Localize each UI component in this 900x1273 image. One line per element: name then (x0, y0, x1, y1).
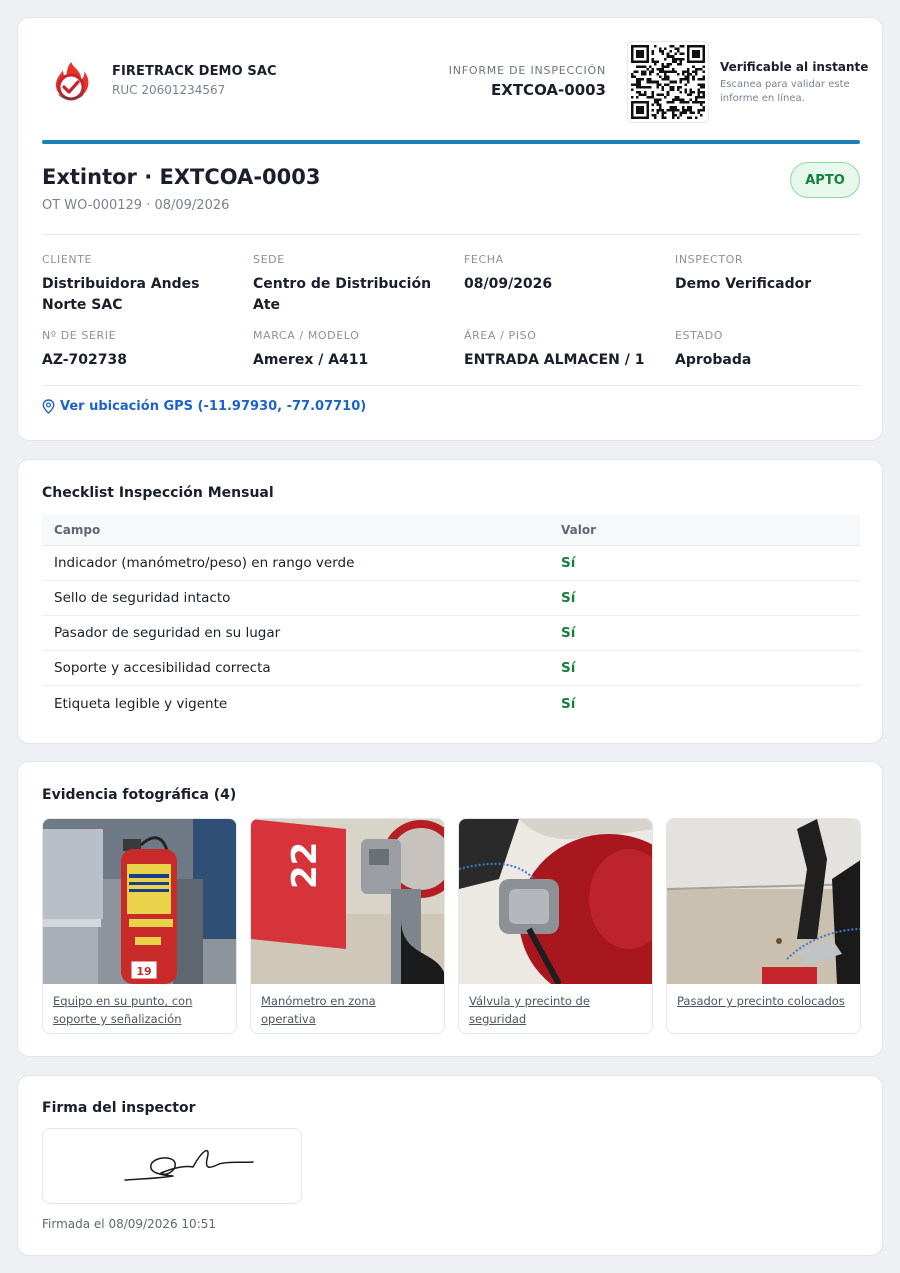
field-area-piso: ÁREA / PISO ENTRADA ALMACEN / 1 (464, 329, 664, 371)
section-divider (42, 234, 860, 235)
accent-divider (42, 140, 860, 144)
checklist-title: Checklist Inspección Mensual (42, 485, 274, 501)
field-sede: SEDE Centro de Distribución Ate (253, 253, 453, 316)
photo-card[interactable]: Válvula y precinto de seguridad (458, 818, 653, 1034)
field-value: AZ-702738 (42, 352, 127, 368)
photo-pin-image (667, 819, 860, 984)
gps-link-label: Ver ubicación GPS (-11.97930, -77.07710) (60, 399, 367, 414)
row-valor: Sí (561, 625, 576, 641)
photo-card[interactable]: 22 Manómetro en zona operativa (250, 818, 445, 1034)
field-label: INSPECTOR (675, 253, 744, 266)
table-row: Soporte y accesibilidad correcta Sí (42, 651, 860, 686)
field-inspector: INSPECTOR Demo Verificador (675, 253, 875, 295)
field-serie: Nº DE SERIE AZ-702738 (42, 329, 242, 371)
signature-box (42, 1128, 302, 1204)
photo-card[interactable]: Pasador y precinto colocados (666, 818, 861, 1034)
field-cliente: CLIENTE Distribuidora Andes Norte SAC (42, 253, 242, 316)
verification-qr-code[interactable] (627, 41, 709, 123)
row-campo: Pasador de seguridad en su lugar (54, 625, 281, 641)
status-badge: APTO (790, 162, 860, 198)
table-row: Sello de seguridad intacto Sí (42, 581, 860, 616)
equipment-title: Extintor · EXTCOA-0003 (42, 165, 321, 189)
column-header-valor: Valor (561, 522, 597, 537)
signature-title: Firma del inspector (42, 1100, 196, 1116)
field-label: FECHA (464, 253, 504, 266)
signature-card: Firma del inspector Firmada el 08/09/202… (17, 1075, 883, 1256)
field-label: Nº DE SERIE (42, 329, 117, 342)
field-marca-modelo: MARCA / MODELO Amerex / A411 (253, 329, 453, 371)
field-value: Centro de Distribución Ate (253, 276, 432, 313)
field-value: 08/09/2026 (464, 276, 553, 292)
inspector-signature (124, 1149, 254, 1181)
checklist-table: Campo Valor Indicador (manómetro/peso) e… (42, 514, 860, 721)
field-label: MARCA / MODELO (253, 329, 360, 342)
qr-code-icon (631, 45, 705, 119)
work-order-subtitle: OT WO-000129 · 08/09/2026 (42, 198, 230, 213)
row-valor: Sí (561, 555, 576, 571)
row-valor: Sí (561, 695, 576, 712)
photo-extinguisher-image: 19 (43, 819, 236, 984)
verify-title: Verificable al instante (720, 60, 869, 74)
photo-grid: 19 Equipo en su punto, con soporte y señ… (42, 818, 861, 1034)
firetrack-logo-icon (48, 58, 94, 104)
field-label: ESTADO (675, 329, 724, 342)
gps-location-link[interactable]: Ver ubicación GPS (-11.97930, -77.07710) (42, 399, 366, 414)
field-label: CLIENTE (42, 253, 93, 266)
field-fecha: FECHA 08/09/2026 (464, 253, 664, 295)
field-label: ÁREA / PISO (464, 329, 537, 342)
report-header-card: FIRETRACK DEMO SAC RUC 20601234567 INFOR… (17, 17, 883, 441)
field-value: Distribuidora Andes Norte SAC (42, 276, 200, 313)
field-value: Demo Verificador (675, 276, 812, 292)
photos-title: Evidencia fotográfica (4) (42, 787, 237, 803)
signature-date: Firmada el 08/09/2026 10:51 (42, 1217, 217, 1231)
table-row: Indicador (manómetro/peso) en rango verd… (42, 546, 860, 581)
company-name: FIRETRACK DEMO SAC (112, 64, 277, 79)
photo-tag-label: 19 (136, 965, 151, 978)
field-value: Aprobada (675, 352, 752, 368)
photo-caption: Pasador y precinto colocados (677, 994, 845, 1008)
field-value: ENTRADA ALMACEN / 1 (464, 352, 645, 368)
photo-caption: Válvula y precinto de seguridad (469, 994, 590, 1026)
map-pin-icon (42, 399, 55, 414)
row-campo: Etiqueta legible y vigente (54, 695, 228, 712)
section-divider (42, 385, 860, 386)
photo-valve-image (459, 819, 652, 984)
verify-subtitle: Escanea para validar este informe en lín… (720, 79, 850, 104)
row-valor: Sí (561, 590, 576, 606)
photo-tag-label: 22 (285, 842, 325, 889)
row-valor: Sí (561, 660, 576, 676)
field-estado: ESTADO Aprobada (675, 329, 875, 371)
table-header: Campo Valor (42, 514, 860, 546)
report-code: EXTCOA-0003 (491, 81, 606, 99)
row-campo: Sello de seguridad intacto (54, 590, 231, 606)
photo-gauge-image: 22 (251, 819, 444, 984)
photo-caption: Equipo en su punto, con soporte y señali… (53, 994, 193, 1026)
field-label: SEDE (253, 253, 285, 266)
row-campo: Indicador (manómetro/peso) en rango verd… (54, 555, 355, 571)
photo-caption: Manómetro en zona operativa (261, 994, 376, 1026)
table-row: Pasador de seguridad en su lugar Sí (42, 616, 860, 651)
field-value: Amerex / A411 (253, 352, 369, 368)
table-row: Etiqueta legible y vigente Sí (42, 686, 860, 721)
row-campo: Soporte y accesibilidad correcta (54, 660, 271, 676)
checklist-card: Checklist Inspección Mensual Campo Valor… (17, 459, 883, 744)
company-ruc: RUC 20601234567 (112, 83, 226, 97)
column-header-campo: Campo (54, 522, 101, 537)
photo-card[interactable]: 19 Equipo en su punto, con soporte y señ… (42, 818, 237, 1034)
photo-evidence-card: Evidencia fotográfica (4) 19 Equipo en s… (17, 761, 883, 1057)
report-label: INFORME DE INSPECCIÓN (448, 64, 606, 77)
